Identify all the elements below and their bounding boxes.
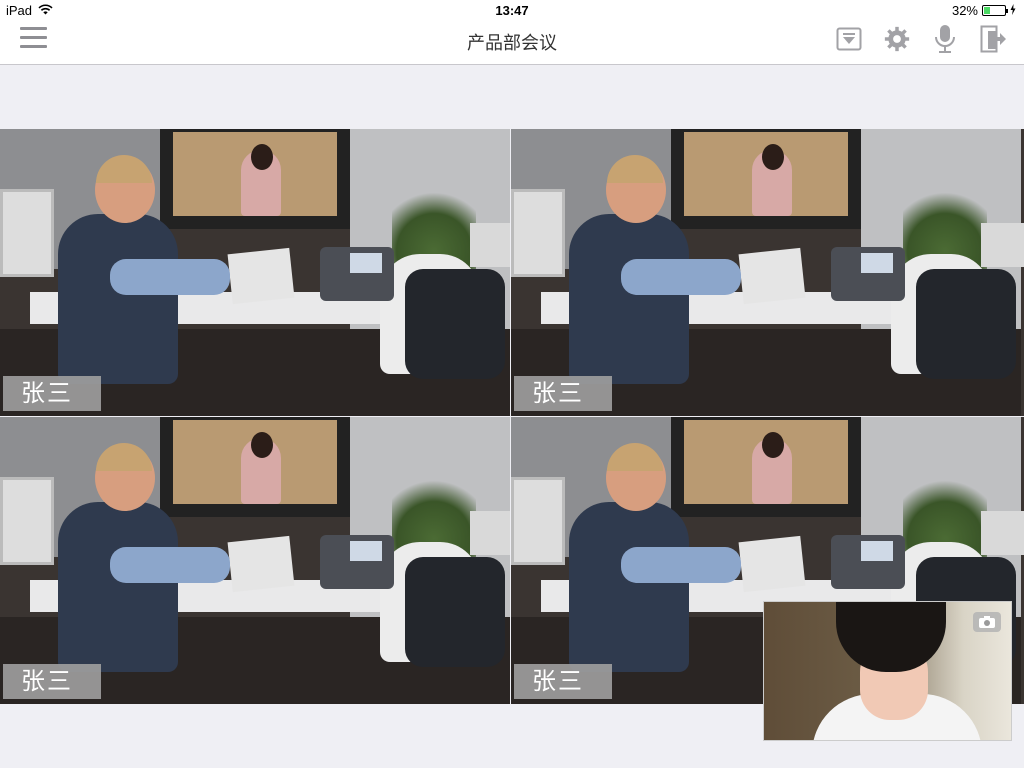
settings-gear-icon[interactable] — [884, 25, 910, 53]
nav-actions — [836, 25, 1006, 53]
nav-bar: 产品部会议 — [0, 20, 1024, 65]
video-tile[interactable]: 张三 — [0, 417, 510, 704]
participant-name: 张三 — [514, 664, 612, 699]
exit-icon[interactable] — [980, 25, 1006, 53]
participant-name: 张三 — [3, 376, 101, 411]
video-tile[interactable]: 张三 — [0, 129, 510, 416]
status-right: 32% — [952, 3, 1016, 18]
remote-screen — [160, 417, 350, 517]
battery-fill — [984, 7, 991, 14]
remote-screen — [671, 129, 861, 229]
remote-screen — [671, 417, 861, 517]
video-tile[interactable]: 张三 — [511, 129, 1024, 416]
remote-screen — [160, 129, 350, 229]
participant-name: 张三 — [3, 664, 101, 699]
status-time: 13:47 — [495, 3, 529, 18]
dropdown-icon[interactable] — [836, 25, 862, 53]
charging-icon — [1010, 3, 1016, 18]
status-bar: iPad 13:47 32% — [0, 0, 1024, 20]
self-view-preview[interactable] — [763, 601, 1012, 741]
participant-name: 张三 — [514, 376, 612, 411]
battery-icon — [982, 5, 1008, 16]
microphone-icon[interactable] — [932, 25, 958, 53]
battery-percent: 32% — [951, 3, 978, 18]
camera-switch-icon[interactable] — [973, 612, 1001, 632]
